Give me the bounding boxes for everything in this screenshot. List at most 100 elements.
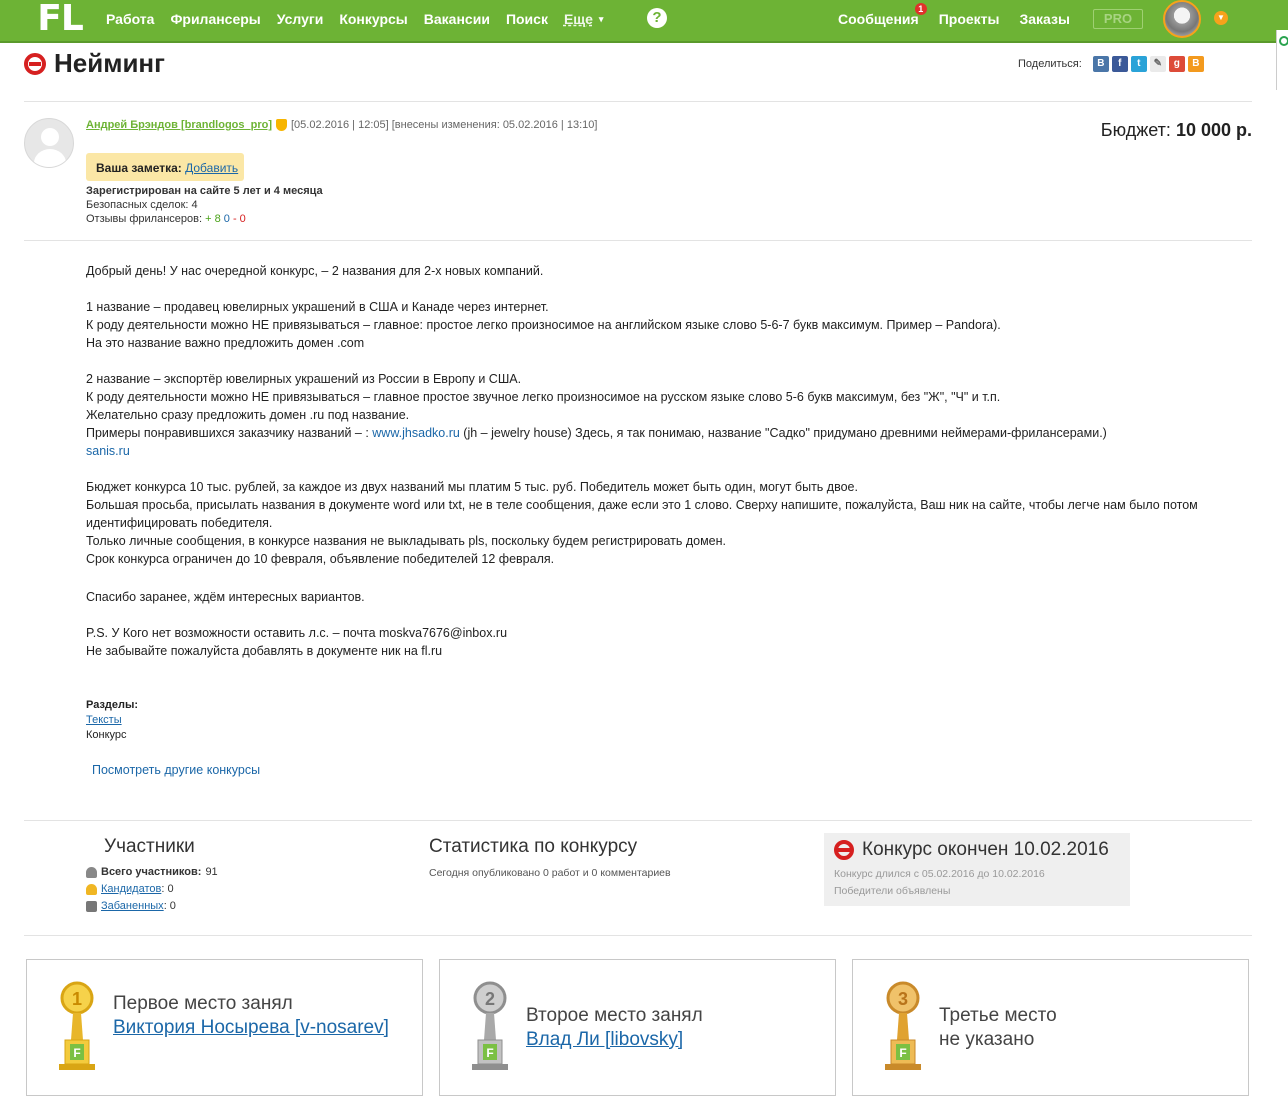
- budget-label: Бюджет:: [1100, 120, 1171, 140]
- participants-banned: Забаненных : 0: [86, 898, 218, 915]
- top-navigation: FL Работа Фрилансеры Услуги Конкурсы Вак…: [0, 0, 1288, 43]
- body-line: 2 название – экспортёр ювелирных украшен…: [86, 372, 522, 386]
- example-link[interactable]: www.jhsadko.ru: [372, 426, 460, 440]
- participants-block: Участники Всего участников: 91 Кандидато…: [86, 836, 218, 915]
- example-link-sanis[interactable]: sanis.ru: [86, 444, 130, 458]
- user-note: Ваша заметка: Добавить: [86, 153, 244, 181]
- divider: [24, 820, 1252, 821]
- twitter-icon[interactable]: t: [1130, 56, 1147, 72]
- divider: [24, 101, 1252, 102]
- reviews-positive[interactable]: + 8: [205, 213, 221, 225]
- nav-item-messages[interactable]: Сообщения 1: [838, 3, 927, 27]
- finished-title: Конкурс окончен 10.02.2016: [862, 839, 1109, 860]
- facebook-icon[interactable]: f: [1111, 56, 1128, 72]
- winner-place-1: Первое место занял: [113, 993, 293, 1014]
- body-line: 1 название – продавец ювелирных украшени…: [86, 300, 549, 314]
- livejournal-icon[interactable]: ✎: [1149, 56, 1166, 72]
- candidates-link[interactable]: Кандидатов: [101, 881, 161, 898]
- closed-icon: [834, 840, 854, 860]
- chevron-down-icon[interactable]: ▾: [599, 14, 604, 25]
- nav-item-search[interactable]: Поиск: [506, 11, 548, 27]
- nav-item-more[interactable]: Еще: [564, 11, 593, 27]
- contest-description: Добрый день! У нас очередной конкурс, – …: [86, 262, 1236, 660]
- nav-item-services[interactable]: Услуги: [277, 11, 324, 27]
- share-bar: Поделиться: В f t ✎ g B: [1018, 56, 1204, 72]
- section-link-texts[interactable]: Тексты: [86, 714, 122, 726]
- svg-text:F: F: [73, 1046, 80, 1060]
- body-line: Большая просьба, присылать названия в до…: [86, 498, 1198, 530]
- winner-card-2: 2 F Второе место занял Влад Ли [libovsky…: [439, 959, 836, 1096]
- nav-item-contests[interactable]: Конкурсы: [339, 11, 407, 27]
- winner-card-1: 1 F Первое место занял Виктория Носырева…: [26, 959, 423, 1096]
- messages-badge: 1: [914, 3, 927, 15]
- author-stats: Зарегистрирован на сайте 5 лет и 4 месяц…: [86, 184, 323, 226]
- body-line: Добрый день! У нас очередной конкурс, – …: [86, 264, 544, 278]
- pro-button[interactable]: PRO: [1093, 9, 1143, 29]
- reviews-neutral[interactable]: 0: [224, 213, 230, 225]
- body-line: Спасибо заранее, ждём интересных вариант…: [86, 590, 365, 604]
- reviews-label: Отзывы фрилансеров:: [86, 213, 203, 225]
- winner-name-2[interactable]: Влад Ли [libovsky]: [526, 1029, 683, 1050]
- divider: [24, 240, 1252, 241]
- lock-icon: [86, 901, 97, 912]
- body-line: Бюджет конкурса 10 тыс. рублей, за каждо…: [86, 480, 858, 494]
- messages-label: Сообщения: [838, 11, 919, 27]
- nav-item-freelancers[interactable]: Фрилансеры: [170, 11, 260, 27]
- closed-icon: [24, 52, 46, 75]
- user-avatar[interactable]: [1163, 0, 1201, 38]
- fl-logo[interactable]: FL: [30, 0, 90, 38]
- author-name-link[interactable]: Андрей Брэндов [brandlogos_pro]: [86, 119, 272, 131]
- note-add-link[interactable]: Добавить: [185, 161, 238, 175]
- stats-text: Сегодня опубликовано 0 работ и 0 коммент…: [429, 867, 671, 879]
- gold-trophy-icon: 1 F: [59, 981, 95, 1070]
- winner-name-1[interactable]: Виктория Носырева [v-nosarev]: [113, 1017, 389, 1038]
- registered-text: Зарегистрирован на сайте 5 лет и 4 месяц…: [86, 185, 323, 197]
- contest-finished-panel: Конкурс окончен 10.02.2016 Конкурс длилс…: [824, 833, 1130, 906]
- nav-item-orders[interactable]: Заказы: [1019, 11, 1069, 27]
- stats-block: Статистика по конкурсу Сегодня опубликов…: [429, 836, 671, 879]
- vk-icon[interactable]: В: [1092, 56, 1109, 72]
- candidate-icon: [86, 884, 97, 895]
- stats-title: Статистика по конкурсу: [429, 836, 638, 857]
- body-line: К роду деятельности можно НЕ привязывать…: [86, 390, 1001, 404]
- nav-item-projects[interactable]: Проекты: [939, 11, 1000, 27]
- banned-link[interactable]: Забаненных: [101, 898, 164, 915]
- author-avatar[interactable]: [24, 118, 74, 168]
- participants-total: Всего участников: 91: [86, 864, 218, 881]
- body-line: На это название важно предложить домен .…: [86, 336, 365, 350]
- silver-trophy-icon: 2 F: [472, 981, 508, 1070]
- reviews-negative[interactable]: - 0: [233, 213, 246, 225]
- google-plus-icon[interactable]: g: [1168, 56, 1185, 72]
- title-row: Нейминг: [24, 48, 165, 79]
- body-line: Желательно сразу предложить домен .ru по…: [86, 408, 410, 422]
- svg-text:F: F: [486, 1046, 493, 1060]
- post-date: [05.02.2016 | 12:05] [внесены изменения:…: [291, 119, 598, 131]
- nav-item-vacancies[interactable]: Вакансии: [424, 11, 490, 27]
- svg-text:2: 2: [485, 989, 495, 1009]
- verified-shield-icon: [276, 119, 287, 131]
- winner-place-2: Второе место занял: [526, 1005, 703, 1026]
- side-widget[interactable]: [1276, 30, 1288, 90]
- finished-duration: Конкурс длился с 05.02.2016 до 10.02.201…: [834, 868, 1045, 880]
- reviews: Отзывы фрилансеров: + 8 0 - 0: [86, 212, 323, 226]
- winner-card-3: 3 F Третье место не указано: [852, 959, 1249, 1096]
- budget: Бюджет: 10 000 р.: [1101, 120, 1252, 141]
- sections: Разделы: Тексты Конкурс: [86, 698, 138, 743]
- note-label: Ваша заметка:: [96, 161, 182, 175]
- blogger-icon[interactable]: B: [1187, 56, 1204, 72]
- body-line: Срок конкурса ограничен до 10 февраля, о…: [86, 552, 555, 566]
- sections-label: Разделы:: [86, 699, 139, 711]
- user-icon: [86, 867, 97, 878]
- participants-title: Участники: [104, 836, 195, 857]
- section-sub: Конкурс: [86, 729, 127, 741]
- winner-place-3: Третье место: [939, 1005, 1057, 1026]
- other-contests-link[interactable]: Посмотреть другие конкурсы: [92, 763, 260, 777]
- budget-value: 10 000 р.: [1175, 120, 1252, 140]
- body-line: P.S. У Кого нет возможности оставить л.с…: [86, 626, 508, 640]
- help-icon[interactable]: ?: [647, 8, 667, 28]
- svg-text:3: 3: [898, 989, 908, 1009]
- chevron-down-icon[interactable]: ▼: [1214, 11, 1228, 25]
- body-line: Только личные сообщения, в конкурсе назв…: [86, 534, 727, 548]
- nav-item-work[interactable]: Работа: [106, 11, 154, 27]
- safe-deals: Безопасных сделок: 4: [86, 199, 198, 211]
